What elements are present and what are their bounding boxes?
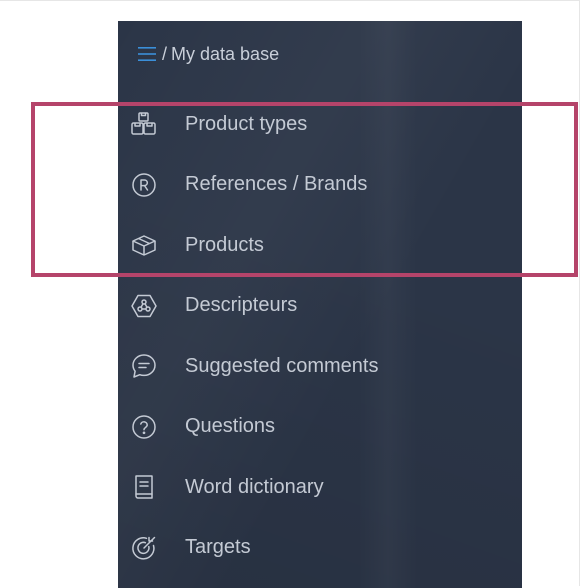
sidebar-item-label: Questions (185, 415, 276, 438)
page-title[interactable]: My data base (171, 44, 279, 65)
package-icon (130, 231, 158, 259)
sidebar-item-descripteurs[interactable]: Descripteurs (118, 276, 522, 337)
breadcrumb: / My data base (138, 41, 279, 67)
registered-icon (130, 171, 158, 199)
sidebar-item-word-dictionary[interactable]: Word dictionary (118, 457, 522, 518)
breadcrumb-separator: / (162, 43, 168, 64)
sidebar-item-products[interactable]: Products (118, 215, 522, 276)
sidebar-item-suggested-comments[interactable]: Suggested comments (118, 336, 522, 397)
sidebar-item-label: Product types (185, 112, 308, 135)
sidebar-item-label: Targets (185, 536, 251, 559)
sidebar-item-label: Products (185, 233, 264, 256)
sidebar-nav: Product types References / Brands Produc… (118, 94, 522, 578)
sidebar-item-references-brands[interactable]: References / Brands (118, 155, 522, 216)
sidebar-panel: / My data base Product types References … (118, 21, 522, 588)
sidebar-item-label: References / Brands (185, 173, 368, 196)
sidebar-item-label: Word dictionary (185, 475, 324, 498)
chat-bubble-icon (130, 352, 158, 380)
boxes-icon (130, 110, 158, 138)
sidebar-item-label: Suggested comments (185, 354, 379, 377)
sidebar-item-questions[interactable]: Questions (118, 397, 522, 458)
target-icon (130, 534, 158, 562)
sidebar-item-label: Descripteurs (185, 294, 298, 317)
molecule-icon (130, 292, 158, 320)
sidebar-item-product-types[interactable]: Product types (118, 94, 522, 155)
sidebar-item-targets[interactable]: Targets (118, 518, 522, 579)
question-icon (130, 413, 158, 441)
hamburger-menu-icon[interactable] (138, 46, 156, 62)
book-icon (130, 473, 158, 501)
